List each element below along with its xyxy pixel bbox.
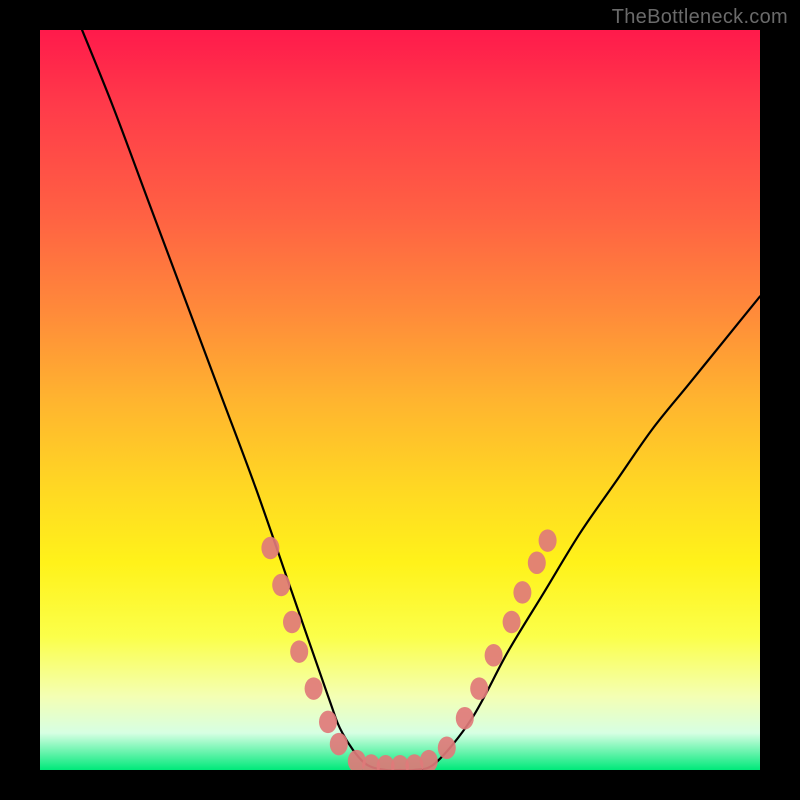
marker-point <box>377 755 395 770</box>
highlight-markers <box>261 529 556 770</box>
marker-point <box>539 529 557 552</box>
marker-point <box>405 754 423 770</box>
marker-point <box>513 581 531 604</box>
marker-point <box>283 611 301 634</box>
marker-point <box>290 640 308 663</box>
watermark-text: TheBottleneck.com <box>612 6 788 29</box>
marker-point <box>503 611 521 634</box>
marker-point <box>305 677 323 700</box>
marker-point <box>362 754 380 770</box>
plot-area <box>40 30 760 770</box>
marker-point <box>485 644 503 667</box>
marker-point <box>391 755 409 770</box>
marker-point <box>348 750 366 770</box>
marker-point <box>456 707 474 730</box>
chart-frame: TheBottleneck.com <box>0 0 800 800</box>
bottleneck-curve <box>76 30 760 770</box>
marker-point <box>438 737 456 760</box>
curve-svg <box>40 30 760 770</box>
marker-point <box>330 733 348 756</box>
marker-point <box>319 711 337 734</box>
marker-point <box>470 677 488 700</box>
marker-point <box>272 574 290 597</box>
marker-point <box>528 552 546 575</box>
marker-point <box>420 750 438 770</box>
marker-point <box>261 537 279 560</box>
